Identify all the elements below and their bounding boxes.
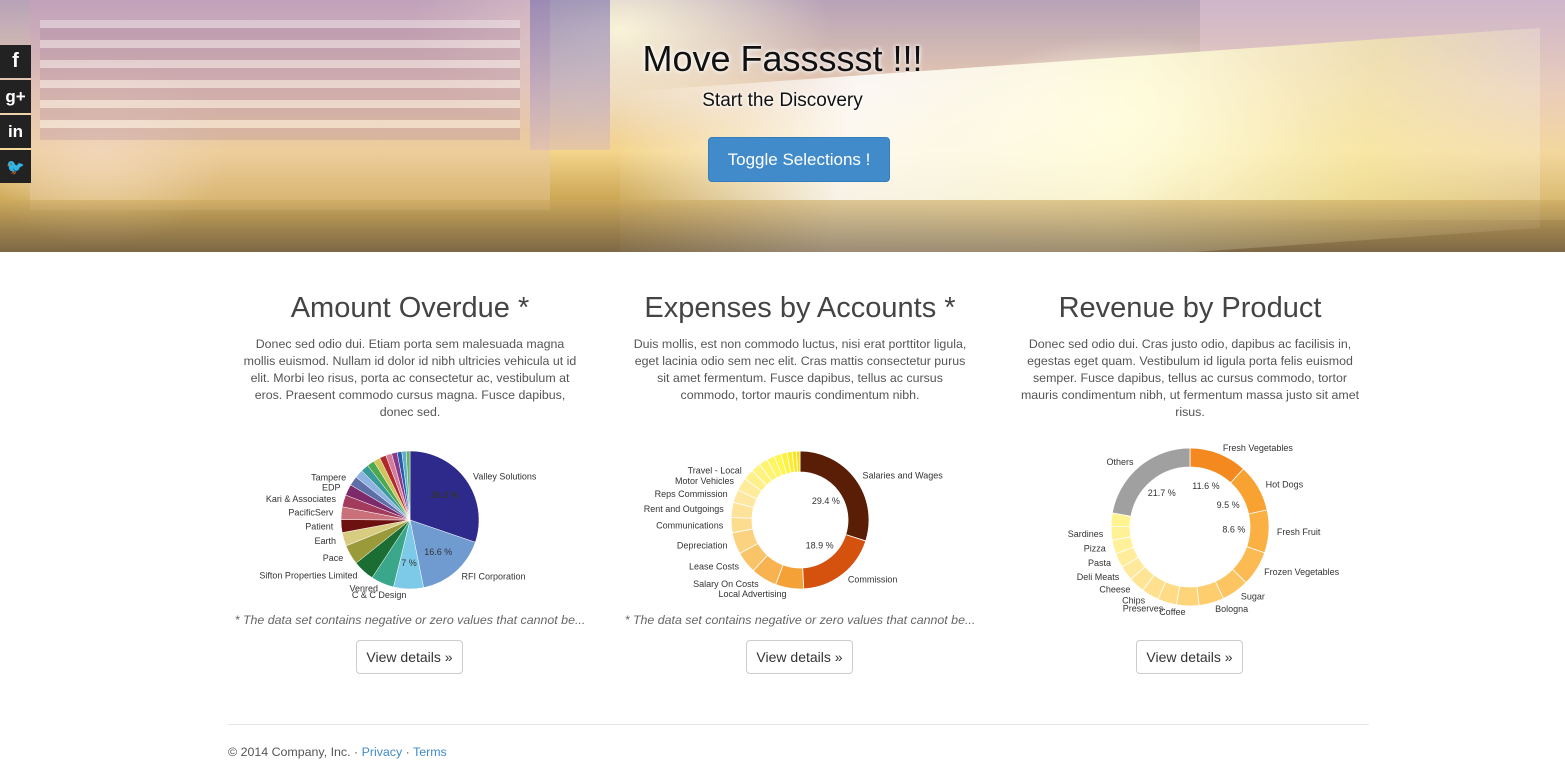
twitter-icon[interactable]: 🐦 xyxy=(0,150,31,183)
slice-label: Motor Vehicles xyxy=(675,476,735,486)
slice-label: Others xyxy=(1107,457,1135,467)
chart-slice[interactable] xyxy=(796,450,801,473)
slice-label: Venred xyxy=(349,584,378,594)
slice-percent-label: 7 % xyxy=(401,558,417,568)
slice-label: Fresh Vegetables xyxy=(1223,443,1294,453)
column-title: Amount Overdue * xyxy=(290,292,530,324)
slice-label: Sardines xyxy=(1068,529,1104,539)
column-text: Duis mollis, est non commodo luctus, nis… xyxy=(633,337,967,402)
expenses-by-accounts-chart[interactable]: 29.4 % Salaries and Wages 18.9 % Commission… xyxy=(620,435,980,610)
column-text: Donec sed odio dui. Cras justo odio, dap… xyxy=(1020,337,1360,419)
social-sidebar: f g+ in 🐦 xyxy=(0,45,31,185)
slice-label: Fresh Fruit xyxy=(1277,527,1321,537)
slice-label: RFI Corporation xyxy=(461,571,525,581)
slice-label: Sifton Properties Limited xyxy=(259,570,357,580)
hero-subtitle: Start the Discovery xyxy=(702,90,863,111)
slice-label: Earth xyxy=(315,536,337,546)
column-text: Donec sed odio dui. Etiam porta sem male… xyxy=(243,337,577,419)
slice-percent-label: 8.6 % xyxy=(1222,525,1245,535)
chart-slice[interactable] xyxy=(1246,509,1270,554)
amount-overdue-chart[interactable]: 30.2 % Valley Solutions 16.6 % RFI Corporat… xyxy=(230,435,590,610)
slice-label: Deli Meats xyxy=(1077,572,1120,582)
slice-label: Bologna xyxy=(1215,604,1248,614)
column-title: Expenses by Accounts * xyxy=(644,292,956,324)
footer-separator: · xyxy=(405,745,410,759)
slice-percent-label: 16.6 % xyxy=(424,547,452,557)
slice-label: PacificServ xyxy=(288,508,334,518)
slice-percent-label: 29.4 % xyxy=(812,496,840,506)
slice-label: Rent and Outgoings xyxy=(644,504,725,514)
hero-street xyxy=(0,200,1565,252)
slice-label: Lease Costs xyxy=(689,561,740,571)
terms-link[interactable]: Terms xyxy=(413,745,447,759)
view-details-button[interactable]: View details » xyxy=(356,640,463,674)
slice-label: Frozen Vegetables xyxy=(1264,567,1340,577)
slice-label: Tampere xyxy=(311,473,346,483)
slice-label: Reps Commission xyxy=(655,489,728,499)
chart-slice[interactable] xyxy=(1175,585,1200,607)
chart-footnote: * The data set contains negative or zero… xyxy=(624,613,976,627)
footer-copyright: © 2014 Company, Inc. · xyxy=(228,745,359,759)
view-details-button[interactable]: View details » xyxy=(746,640,853,674)
slice-label: Kari & Associates xyxy=(266,494,337,504)
slice-percent-label: 30.2 % xyxy=(431,490,459,500)
footer-divider xyxy=(228,724,1369,725)
slice-label: Patient xyxy=(305,522,334,532)
column-title: Revenue by Product xyxy=(1058,292,1322,324)
slice-label: Hot Dogs xyxy=(1266,480,1304,490)
slice-label: Pasta xyxy=(1088,558,1111,568)
toggle-selections-button[interactable]: Toggle Selections ! xyxy=(708,137,890,182)
hero-title: Move Fassssst !!! xyxy=(642,38,923,79)
slice-label: EDP xyxy=(322,482,341,492)
slice-label: Salaries and Wages xyxy=(863,471,944,481)
slice-label: Pace xyxy=(323,553,344,563)
slice-percent-label: 11.6 % xyxy=(1192,481,1219,491)
google-plus-icon[interactable]: g+ xyxy=(0,80,31,113)
slice-label: Travel - Local xyxy=(688,465,742,475)
chart-footnote: * The data set contains negative or zero… xyxy=(234,613,586,627)
slice-label: Communications xyxy=(656,521,724,531)
column-revenue-by-product: Revenue by Product Donec sed odio dui. C… xyxy=(1010,288,1370,421)
slice-percent-label: 9.5 % xyxy=(1217,500,1240,510)
slice-label: Valley Solutions xyxy=(473,471,537,481)
slice-label: Local Advertising xyxy=(718,589,786,599)
footer: © 2014 Company, Inc. · Privacy · Terms xyxy=(228,745,447,759)
view-details-button[interactable]: View details » xyxy=(1136,640,1243,674)
slice-label: Sugar xyxy=(1241,592,1265,602)
slice-label: Salary On Costs xyxy=(693,579,759,589)
column-amount-overdue: Amount Overdue * Donec sed odio dui. Eti… xyxy=(230,288,590,421)
revenue-by-product-chart[interactable]: 11.6 % Fresh Vegetables 9.5 % Hot Dogs 8.6 %… xyxy=(1010,435,1370,625)
slice-label: Cheese xyxy=(1099,585,1130,595)
slice-label: Depreciation xyxy=(677,540,728,550)
slice-percent-label: 18.9 % xyxy=(806,540,834,550)
privacy-link[interactable]: Privacy xyxy=(362,745,403,759)
facebook-icon[interactable]: f xyxy=(0,45,31,78)
slice-percent-label: 21.7 % xyxy=(1148,488,1176,498)
slice-label: Pizza xyxy=(1084,544,1106,554)
slice-label: Commission xyxy=(848,574,898,584)
column-expenses-by-accounts: Expenses by Accounts * Duis mollis, est … xyxy=(620,288,980,404)
slice-label: Chips xyxy=(1122,595,1146,605)
linkedin-icon[interactable]: in xyxy=(0,115,31,148)
